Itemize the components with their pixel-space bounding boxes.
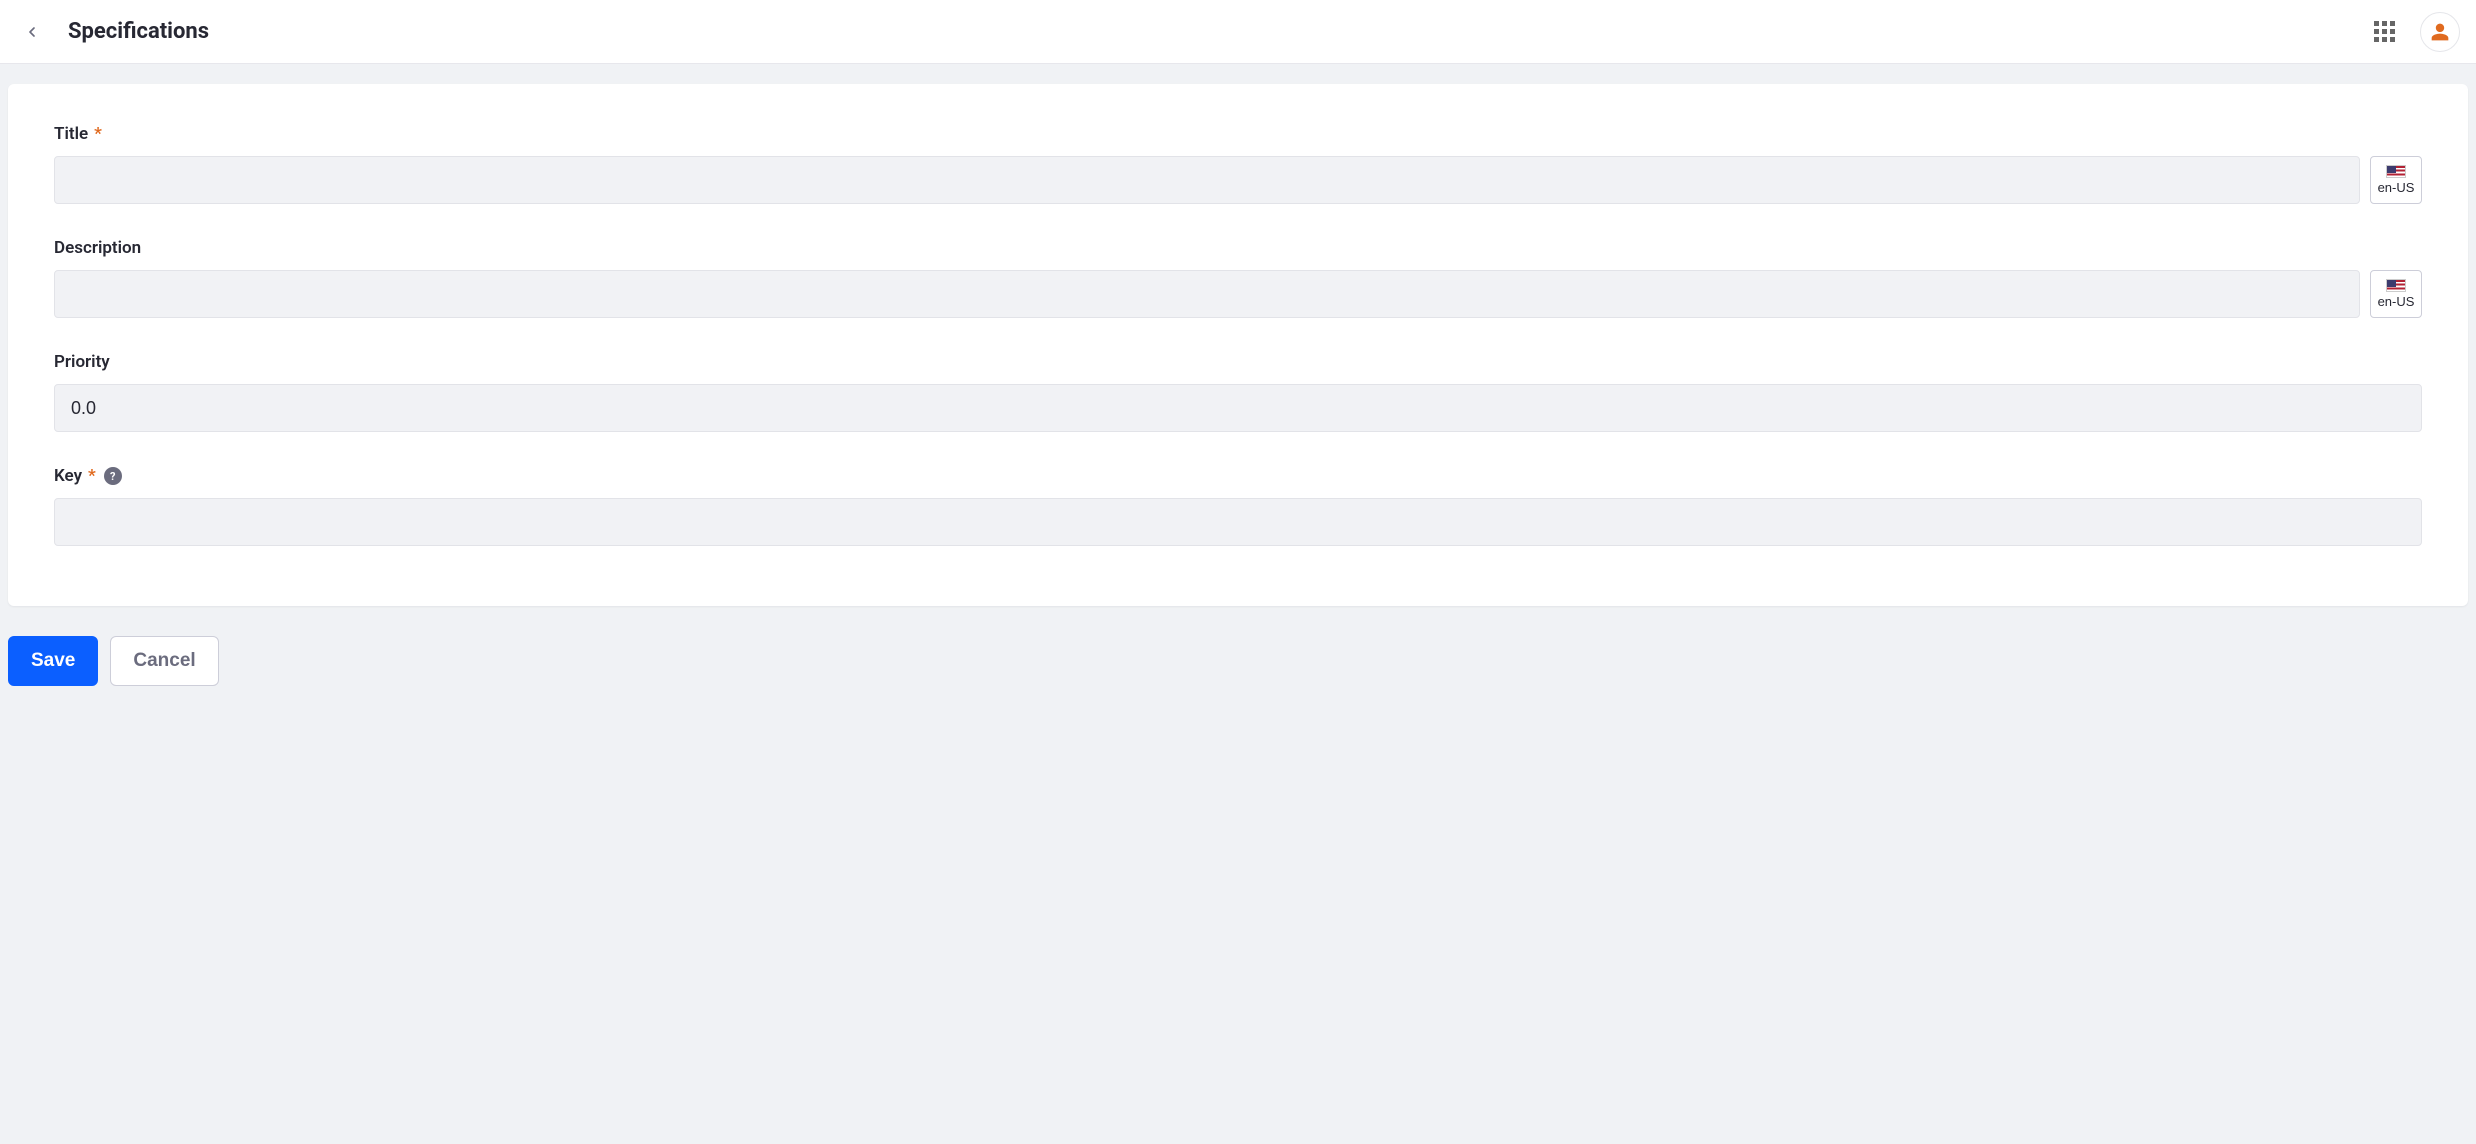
cancel-button[interactable]: Cancel (110, 636, 218, 686)
required-indicator: * (88, 466, 96, 486)
title-locale-button[interactable]: en-US (2370, 156, 2422, 204)
save-button[interactable]: Save (8, 636, 98, 686)
footer-actions: Save Cancel (0, 614, 2476, 694)
priority-input-row (54, 384, 2422, 432)
header-right (2366, 12, 2460, 52)
back-button[interactable] (16, 16, 48, 48)
key-label-text: Key (54, 466, 82, 486)
form-group-description: Description en-US (54, 238, 2422, 318)
priority-label-text: Priority (54, 352, 110, 372)
description-label: Description (54, 238, 2422, 258)
description-label-text: Description (54, 238, 141, 258)
apps-grid-icon (2374, 21, 2395, 42)
form-group-key: Key * ? (54, 466, 2422, 546)
title-locale-label: en-US (2378, 180, 2415, 195)
apps-menu-button[interactable] (2366, 14, 2402, 50)
page-title: Specifications (68, 19, 209, 44)
form-card: Title * en-US Description en-US (8, 84, 2468, 606)
form-group-priority: Priority (54, 352, 2422, 432)
user-avatar-button[interactable] (2420, 12, 2460, 52)
form-group-title: Title * en-US (54, 124, 2422, 204)
description-input-row: en-US (54, 270, 2422, 318)
help-icon[interactable]: ? (104, 467, 122, 485)
required-indicator: * (94, 124, 102, 144)
key-label: Key * ? (54, 466, 2422, 486)
us-flag-icon (2386, 165, 2406, 178)
description-input[interactable] (54, 270, 2360, 318)
description-locale-button[interactable]: en-US (2370, 270, 2422, 318)
header-left: Specifications (16, 16, 209, 48)
title-label: Title * (54, 124, 2422, 144)
key-input-row (54, 498, 2422, 546)
key-input[interactable] (54, 498, 2422, 546)
priority-label: Priority (54, 352, 2422, 372)
user-icon (2430, 22, 2450, 42)
title-label-text: Title (54, 124, 88, 144)
title-input-row: en-US (54, 156, 2422, 204)
header-bar: Specifications (0, 0, 2476, 64)
description-locale-label: en-US (2378, 294, 2415, 309)
content-wrap: Title * en-US Description en-US (0, 64, 2476, 614)
chevron-left-icon (24, 24, 40, 40)
title-input[interactable] (54, 156, 2360, 204)
us-flag-icon (2386, 279, 2406, 292)
priority-input[interactable] (54, 384, 2422, 432)
